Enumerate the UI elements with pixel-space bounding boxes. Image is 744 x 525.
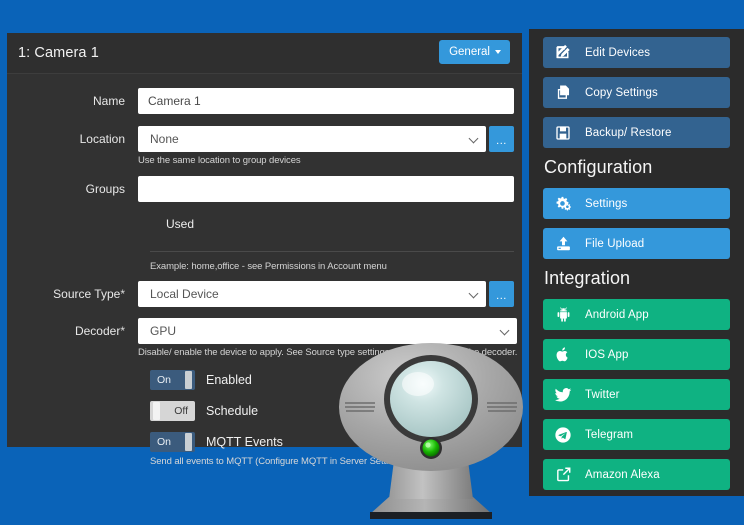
chevron-down-icon	[470, 137, 478, 145]
location-label: Location	[79, 132, 125, 146]
right-sidebar: Edit Devices Copy Settings Backup/ Resto…	[529, 29, 744, 496]
location-select[interactable]: None	[138, 126, 486, 152]
sidebar-item-label: Twitter	[585, 388, 620, 401]
enabled-toggle-label: Enabled	[206, 373, 252, 387]
source-type-label: Source Type*	[7, 281, 138, 307]
form-row-decoder: Decoder* GPU Disable/ enable the device …	[7, 318, 522, 358]
decoder-select[interactable]: GPU	[138, 318, 518, 344]
apple-logo-icon	[552, 345, 574, 365]
groups-field-wrap	[138, 176, 522, 202]
sidebar-item-label: Backup/ Restore	[585, 126, 672, 139]
upload-arrow-icon	[552, 234, 574, 254]
groups-help-text: Example: home,office - see Permissions i…	[150, 261, 387, 272]
required-mark: *	[120, 324, 125, 338]
toggle-row-mqtt-events: On MQTT Events	[150, 432, 522, 452]
groups-input[interactable]	[138, 176, 514, 202]
decoder-field-wrap: GPU Disable/ enable the device to apply.…	[138, 318, 525, 358]
source-type-field-wrap: Local Device ...	[138, 281, 522, 307]
toggle-knob	[185, 433, 192, 451]
required-mark: *	[120, 287, 125, 301]
mqtt-events-toggle[interactable]: On	[150, 432, 195, 452]
sidebar-item-copy-settings[interactable]: Copy Settings	[543, 77, 730, 108]
sidebar-item-label: Amazon Alexa	[585, 468, 660, 481]
decoder-label: Decoder*	[7, 318, 138, 344]
form-row-name: Name	[7, 88, 522, 114]
copy-pages-icon	[552, 83, 574, 103]
enabled-toggle[interactable]: On	[150, 370, 195, 390]
android-robot-icon	[552, 305, 574, 325]
toggle-group: On Enabled Off Schedule On MQTT Events S…	[7, 370, 522, 467]
chevron-down-icon	[495, 50, 501, 54]
location-field-wrap: None ... Use the same location to group …	[138, 126, 522, 166]
decoder-help-text: Disable/ enable the device to apply. See…	[138, 347, 518, 358]
sidebar-item-label: File Upload	[585, 237, 645, 250]
sidebar-item-edit-devices[interactable]: Edit Devices	[543, 37, 730, 68]
schedule-toggle[interactable]: Off	[150, 401, 195, 421]
source-type-label-text: Source Type	[53, 287, 121, 301]
chevron-down-icon	[470, 292, 478, 300]
sidebar-item-label: IOS App	[585, 348, 629, 361]
source-type-select-value: Local Device	[150, 287, 219, 301]
edit-pencil-square-icon	[552, 43, 574, 63]
sidebar-item-label: Telegram	[585, 428, 634, 441]
card-header: 1: Camera 1 General	[7, 33, 522, 74]
toggle-knob	[153, 402, 160, 420]
enabled-toggle-state: On	[157, 374, 172, 386]
groups-used-label: Used	[166, 217, 195, 231]
sidebar-item-android-app[interactable]: Android App	[543, 299, 730, 330]
decoder-select-value: GPU	[150, 324, 177, 338]
mqtt-events-toggle-label: MQTT Events	[206, 435, 283, 449]
page-title: 1: Camera 1	[18, 45, 99, 61]
floppy-disk-icon	[552, 123, 574, 143]
sidebar-item-amazon-alexa[interactable]: Amazon Alexa	[543, 459, 730, 490]
name-input[interactable]	[138, 88, 514, 114]
sidebar-item-label: Copy Settings	[585, 86, 658, 99]
external-link-icon	[552, 465, 574, 485]
sidebar-item-label: Edit Devices	[585, 46, 651, 59]
source-type-select[interactable]: Local Device	[138, 281, 486, 307]
schedule-toggle-label: Schedule	[206, 404, 259, 418]
mqtt-help-text: Send all events to MQTT (Configure MQTT …	[150, 456, 394, 467]
schedule-toggle-state: Off	[174, 405, 188, 417]
name-field-wrap	[138, 88, 522, 114]
location-help-text: Use the same location to group devices	[138, 155, 301, 166]
twitter-bird-icon	[552, 385, 574, 405]
general-dropdown-button[interactable]: General	[439, 40, 510, 64]
groups-label: Groups	[85, 182, 125, 196]
integration-section-title: Integration	[544, 268, 631, 288]
sidebar-item-backup-restore[interactable]: Backup/ Restore	[543, 117, 730, 148]
toggle-row-schedule: Off Schedule	[150, 401, 522, 421]
decoder-label-text: Decoder	[74, 324, 121, 338]
toggle-row-enabled: On Enabled	[150, 370, 522, 390]
name-label: Name	[92, 94, 125, 108]
chevron-down-icon	[501, 329, 509, 337]
sidebar-item-file-upload[interactable]: File Upload	[543, 228, 730, 259]
groups-used-panel: Used	[150, 208, 514, 252]
sidebar-item-ios-app[interactable]: IOS App	[543, 339, 730, 370]
sidebar-item-twitter[interactable]: Twitter	[543, 379, 730, 410]
mqtt-events-toggle-state: On	[157, 436, 172, 448]
telegram-paperplane-icon	[552, 425, 574, 445]
sidebar-item-telegram[interactable]: Telegram	[543, 419, 730, 450]
sidebar-item-label: Settings	[585, 197, 628, 210]
location-select-value: None	[150, 132, 179, 146]
sidebar-item-settings[interactable]: Settings	[543, 188, 730, 219]
general-button-label: General	[449, 46, 490, 58]
form-row-source-type: Source Type* Local Device ...	[7, 281, 522, 307]
location-more-button[interactable]: ...	[489, 126, 514, 152]
sidebar-item-label: Android App	[585, 308, 649, 321]
gears-icon	[552, 194, 574, 214]
card-body: Name Location None ...	[7, 88, 522, 467]
app-root: 1: Camera 1 General Name Location	[0, 0, 744, 525]
form-row-groups: Groups	[7, 176, 522, 202]
device-settings-card: 1: Camera 1 General Name Location	[7, 33, 522, 467]
configuration-section-title: Configuration	[544, 157, 653, 177]
source-type-more-button[interactable]: ...	[489, 281, 514, 307]
toggle-knob	[185, 371, 192, 389]
form-row-location: Location None ... Use the same location …	[7, 126, 522, 166]
